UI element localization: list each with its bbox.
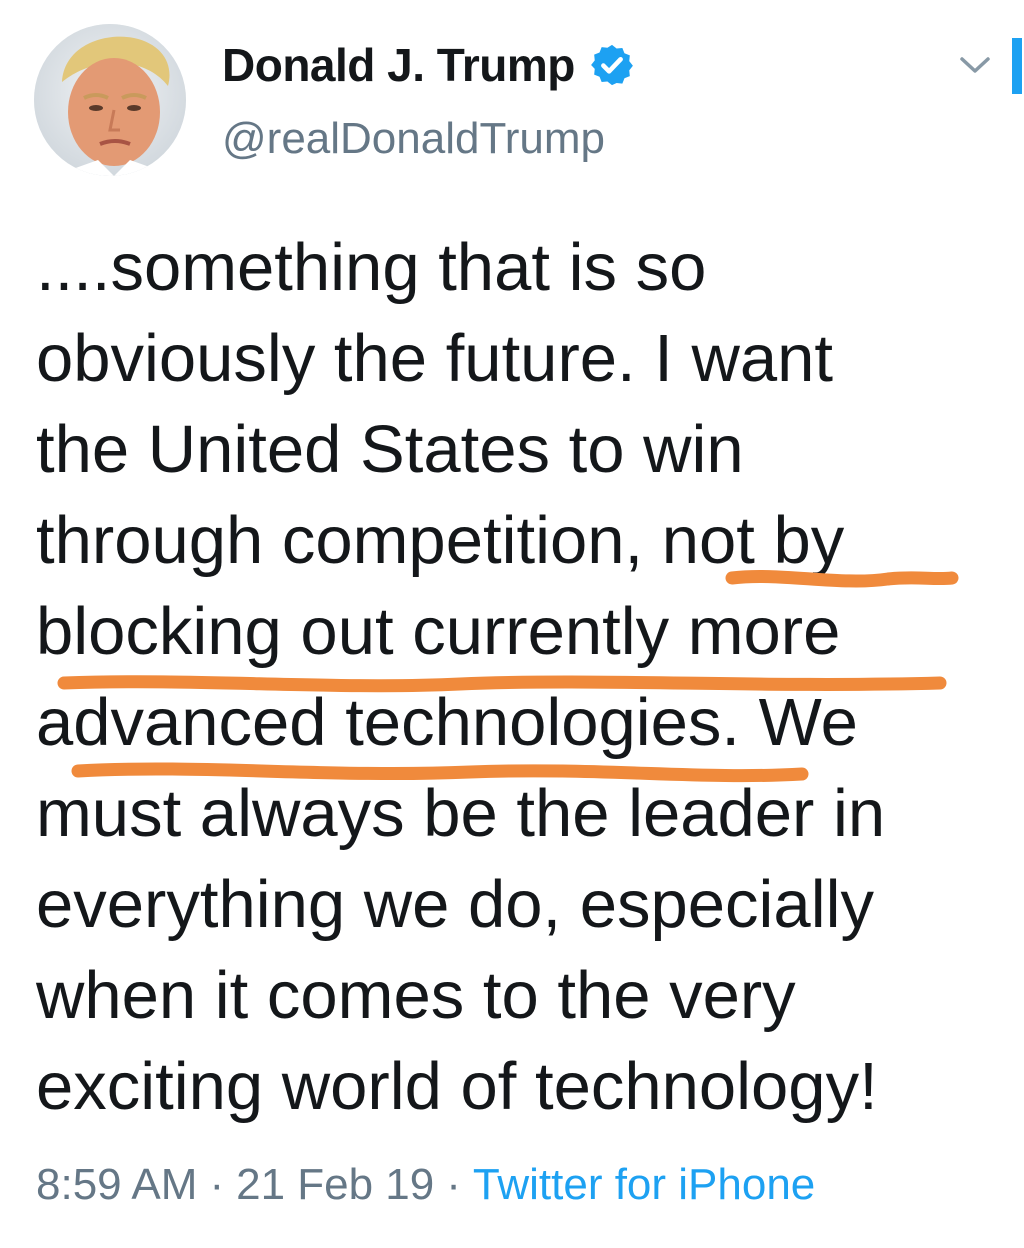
author-handle[interactable]: @realDonaldTrump bbox=[222, 114, 605, 164]
meta-separator: · bbox=[446, 1160, 461, 1209]
tweet-line: through competition, not by bbox=[36, 503, 845, 578]
avatar[interactable] bbox=[34, 24, 186, 176]
tweet-time[interactable]: 8:59 AM bbox=[36, 1160, 197, 1209]
meta-separator: · bbox=[209, 1160, 225, 1209]
verified-badge-icon bbox=[590, 44, 633, 86]
tweet-date[interactable]: 21 Feb 19 bbox=[236, 1160, 434, 1209]
tweet-text: ....something that is so obviously the f… bbox=[36, 222, 996, 1132]
tweet-meta: 8:59 AM · 21 Feb 19 · Twitter for iPhone bbox=[36, 1160, 815, 1210]
tweet-line: when it comes to the very bbox=[36, 958, 796, 1033]
tweet-line: ....something that is so bbox=[36, 230, 707, 305]
tweet-line: exciting world of technology! bbox=[36, 1049, 878, 1124]
tweet-line: advanced technologies. We bbox=[36, 685, 858, 760]
scroll-indicator bbox=[1012, 38, 1022, 94]
tweet-line: obviously the future. I want bbox=[36, 321, 833, 396]
chevron-down-icon[interactable] bbox=[958, 52, 992, 78]
author-display-name[interactable]: Donald J. Trump bbox=[222, 38, 575, 92]
tweet-line: the United States to win bbox=[36, 412, 744, 487]
profile-photo bbox=[34, 24, 186, 176]
author-name-row[interactable]: Donald J. Trump bbox=[222, 38, 635, 92]
tweet-line: everything we do, especially bbox=[36, 867, 874, 942]
tweet-line: blocking out currently more bbox=[36, 594, 841, 669]
tweet-line: must always be the leader in bbox=[36, 776, 886, 851]
tweet-source-link[interactable]: Twitter for iPhone bbox=[473, 1160, 815, 1209]
